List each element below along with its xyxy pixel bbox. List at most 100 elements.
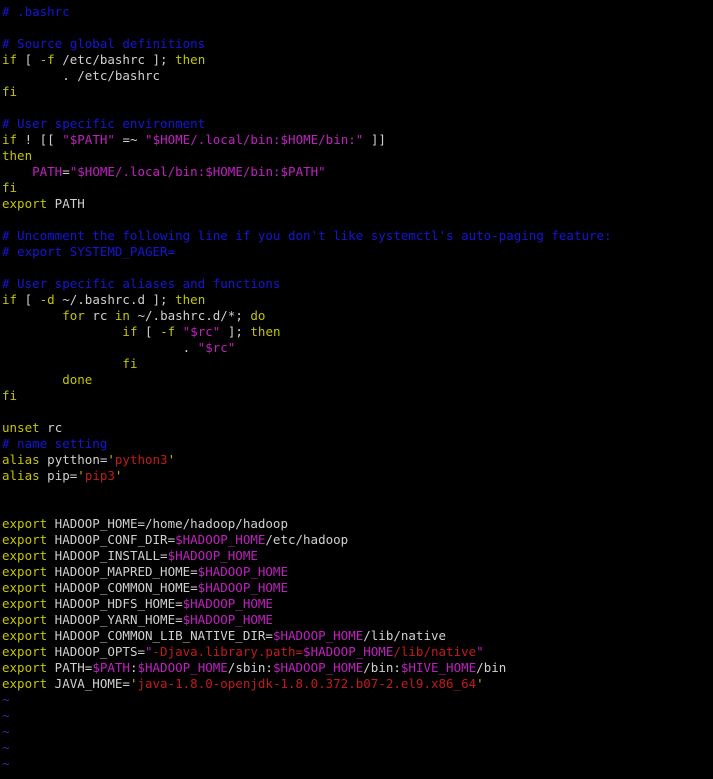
- code-token: in: [114, 308, 130, 323]
- code-token: fi: [2, 388, 18, 403]
- code-line: # name setting: [0, 436, 713, 452]
- code-token: # User specific environment: [2, 116, 206, 131]
- code-token: $PATH: [69, 132, 108, 147]
- code-token: export: [2, 532, 48, 547]
- code-token: ": [318, 164, 326, 179]
- code-token: ': [114, 468, 123, 483]
- code-token: export: [2, 596, 48, 611]
- code-token: $HADOOP_HOME: [182, 612, 273, 627]
- code-token: /etc/bashrc ];: [54, 52, 176, 67]
- code-token: $HADOOP_HOME: [272, 628, 364, 643]
- code-token: /bin:: [363, 660, 401, 675]
- code-token: if: [122, 324, 138, 339]
- code-token: export: [2, 660, 48, 675]
- code-token: export: [2, 548, 48, 563]
- code-token: $HADOOP_HOME: [303, 644, 394, 659]
- code-token: ': [107, 452, 115, 467]
- code-token: $HADOOP_HOME: [182, 596, 273, 611]
- code-token: HADOOP_HOME=/home/hadoop/hadoop: [47, 516, 288, 531]
- code-line: export PATH: [0, 196, 713, 212]
- code-token: /lib/native: [393, 644, 477, 659]
- code-token: rc: [84, 308, 115, 323]
- vim-editor-buffer[interactable]: # .bashrc # Source global definitions if …: [0, 0, 713, 779]
- code-token: JAVA_HOME=: [47, 676, 130, 691]
- code-token: ': [476, 676, 484, 691]
- code-token: # User specific aliases and functions: [2, 276, 281, 291]
- code-token: $rc: [205, 340, 228, 355]
- code-line: done: [0, 372, 713, 388]
- code-token: $HIVE_HOME: [400, 660, 477, 675]
- code-token: # export SYSTEMD_PAGER=: [2, 244, 176, 259]
- code-token: ]]: [363, 132, 386, 147]
- code-token: fi: [122, 356, 138, 371]
- code-token: HADOOP_HDFS_HOME=: [47, 596, 183, 611]
- code-token: $PATH: [280, 164, 319, 179]
- code-line: . /etc/bashrc: [0, 68, 713, 84]
- code-token: HADOOP_COMMON_LIB_NATIVE_DIR=: [47, 628, 273, 643]
- code-token: ": [107, 132, 115, 147]
- code-token: for: [62, 308, 85, 323]
- code-token: $PATH: [92, 660, 130, 675]
- code-token: done: [62, 372, 93, 387]
- code-token: rc: [39, 420, 63, 435]
- empty-buffer-line-marker: ~: [0, 740, 713, 756]
- code-line: fi: [0, 84, 713, 100]
- code-token: ': [77, 468, 85, 483]
- code-token: HADOOP_YARN_HOME=: [47, 612, 183, 627]
- code-token: ": [476, 644, 484, 659]
- code-token: /.local/bin:: [114, 164, 206, 179]
- code-token: $HADOOP_HOME: [272, 660, 364, 675]
- code-token: ': [167, 452, 176, 467]
- code-token: ": [227, 340, 236, 355]
- code-token: ! [[: [17, 132, 63, 147]
- code-line: unset rc: [0, 420, 713, 436]
- code-line: export HADOOP_YARN_HOME=$HADOOP_HOME: [0, 612, 713, 628]
- code-token: export: [2, 516, 48, 531]
- code-token: [: [17, 292, 40, 307]
- code-token: export: [2, 676, 48, 691]
- code-token: -Djava.library.path=: [152, 644, 304, 659]
- code-token: ~: [2, 724, 10, 739]
- code-line: if [ -d ~/.bashrc.d ]; then: [0, 292, 713, 308]
- code-token: export: [2, 628, 48, 643]
- code-token: then: [2, 148, 33, 163]
- code-token: $HOME: [280, 132, 319, 147]
- code-token: $HADOOP_HOME: [137, 660, 228, 675]
- code-token: /bin: [476, 660, 507, 675]
- code-line: for rc in ~/.bashrc.d/*; do: [0, 308, 713, 324]
- code-token: ~: [2, 692, 10, 707]
- code-line: then: [0, 148, 713, 164]
- code-line: # .bashrc: [0, 4, 713, 20]
- empty-buffer-line-marker: ~: [0, 692, 713, 708]
- code-line: PATH="$HOME/.local/bin:$HOME/bin:$PATH": [0, 164, 713, 180]
- empty-buffer-line-marker: ~: [0, 724, 713, 740]
- code-line: export PATH=$PATH:$HADOOP_HOME/sbin:$HAD…: [0, 660, 713, 676]
- code-token: then: [175, 52, 206, 67]
- code-token: =~: [114, 132, 146, 147]
- code-line: export HADOOP_MAPRED_HOME=$HADOOP_HOME: [0, 564, 713, 580]
- code-token: if: [2, 132, 18, 147]
- code-token: $HADOOP_HOME: [175, 532, 266, 547]
- code-token: PATH: [32, 164, 63, 179]
- code-line: . "$rc": [0, 340, 713, 356]
- code-line: export HADOOP_HDFS_HOME=$HADOOP_HOME: [0, 596, 713, 612]
- empty-buffer-line-marker: ~: [0, 756, 713, 772]
- code-token: HADOOP_MAPRED_HOME=: [47, 564, 198, 579]
- code-line: alias pip='pip3': [0, 468, 713, 484]
- code-token: HADOOP_COMMON_HOME=: [47, 580, 198, 595]
- code-token: do: [250, 308, 266, 323]
- code-token: PATH=: [47, 660, 93, 675]
- code-token: $HADOOP_HOME: [197, 564, 288, 579]
- code-line: export HADOOP_COMMON_LIB_NATIVE_DIR=$HAD…: [0, 628, 713, 644]
- code-token: HADOOP_INSTALL=: [47, 548, 168, 563]
- code-token: /etc/hadoop: [265, 532, 349, 547]
- code-line: export HADOOP_COMMON_HOME=$HADOOP_HOME: [0, 580, 713, 596]
- code-token: then: [175, 292, 206, 307]
- code-token: ~/.bashrc.d/*;: [129, 308, 251, 323]
- code-token: export: [2, 612, 48, 627]
